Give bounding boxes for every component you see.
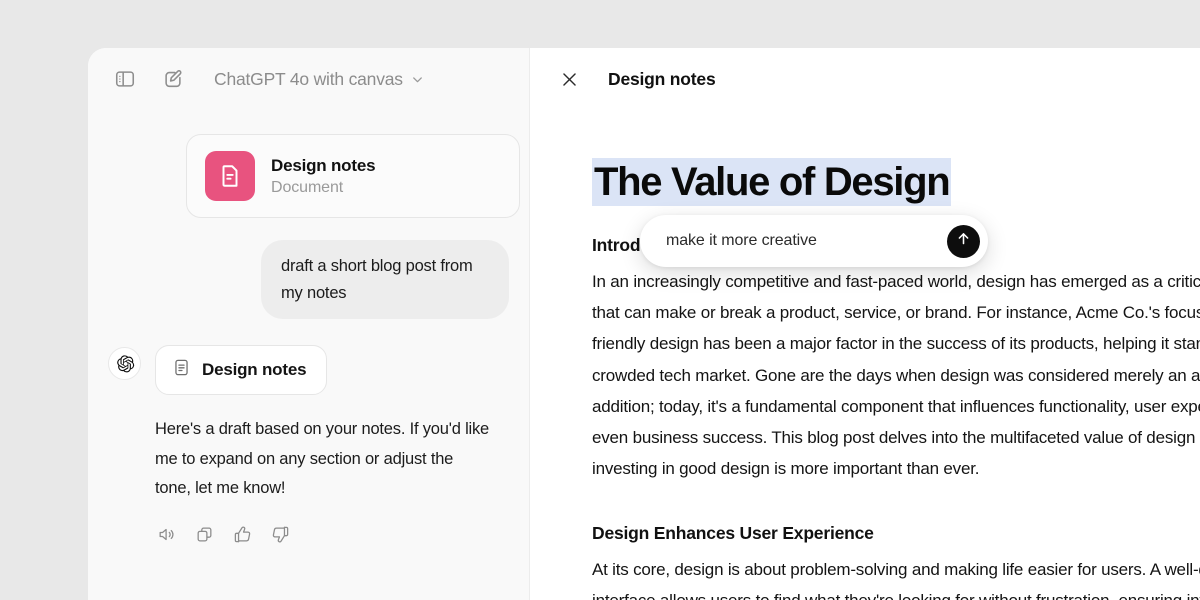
document-heading: The Value of Design — [592, 158, 952, 206]
document-icon — [205, 151, 255, 201]
message-actions — [155, 524, 509, 546]
canvas-prompt-bubble[interactable] — [640, 215, 988, 267]
text-line: friendly design has been a major factor … — [592, 334, 1200, 354]
assistant-body: Design notes Here's a draft based on you… — [155, 345, 509, 545]
chat-panel: ChatGPT 4o with canvas Design notes Docu… — [88, 48, 530, 600]
section-body: In an increasingly competitive and fast-… — [592, 266, 1200, 485]
send-button[interactable] — [947, 224, 980, 258]
canvas-title: Design notes — [608, 68, 716, 89]
user-message-bubble: draft a short blog post from my notes — [261, 240, 509, 320]
text-line: crowded tech market. Gone are the days w… — [592, 365, 1200, 385]
document-outline-icon — [172, 358, 191, 382]
text-line: even business success. This blog post de… — [592, 428, 1200, 448]
canvas-chip-label: Design notes — [202, 360, 307, 380]
attachment-title: Design notes — [271, 155, 376, 175]
chat-message-list[interactable]: Design notes Document draft a short blog… — [88, 110, 529, 600]
user-message-row: draft a short blog post from my notes — [108, 240, 509, 320]
document-section: Design Enhances User Experience At its c… — [592, 523, 1200, 600]
text-line: interface allows users to find what they… — [592, 585, 1200, 600]
canvas-document[interactable]: The Value of Design Introduction In an i… — [530, 110, 1200, 600]
new-chat-pencil-icon[interactable] — [156, 62, 190, 96]
section-heading: Design Enhances User Experience — [592, 522, 874, 543]
arrow-up-icon — [955, 230, 972, 252]
text-line: At its core, design is about problem-sol… — [592, 559, 1200, 579]
copy-icon[interactable] — [193, 524, 215, 546]
thumbs-down-icon[interactable] — [269, 524, 291, 546]
attachment-subtitle: Document — [271, 178, 344, 196]
section-body: At its core, design is about problem-sol… — [592, 554, 1200, 600]
chat-topbar: ChatGPT 4o with canvas — [88, 48, 529, 110]
canvas-prompt-input[interactable] — [666, 232, 947, 250]
document-section: Introduction In an increasingly competit… — [592, 235, 1200, 485]
chevron-down-icon — [410, 72, 425, 87]
attachment-meta: Design notes Document — [271, 155, 376, 197]
read-aloud-icon[interactable] — [155, 524, 177, 546]
canvas-panel: Design notes The Value of Design Introdu… — [530, 48, 1200, 600]
app-window: ChatGPT 4o with canvas Design notes Docu… — [88, 48, 1200, 600]
assistant-message-row: Design notes Here's a draft based on you… — [108, 345, 509, 545]
text-line: investing in good design is more importa… — [592, 459, 980, 479]
assistant-message-text: Here's a draft based on your notes. If y… — [155, 420, 490, 498]
document-heading-wrap: The Value of Design — [592, 158, 1200, 206]
canvas-document-chip[interactable]: Design notes — [155, 345, 328, 396]
panel-toggle-icon[interactable] — [108, 62, 142, 96]
attachment-card[interactable]: Design notes Document — [186, 134, 520, 218]
text-line: that can make or break a product, servic… — [592, 303, 1200, 323]
text-line: In an increasingly competitive and fast-… — [592, 271, 1200, 291]
model-picker[interactable]: ChatGPT 4o with canvas — [208, 65, 433, 94]
canvas-topbar: Design notes — [530, 48, 1200, 110]
close-icon[interactable] — [556, 66, 582, 92]
text-line: addition; today, it's a fundamental comp… — [592, 396, 1200, 416]
thumbs-up-icon[interactable] — [231, 524, 253, 546]
openai-logo-icon — [108, 347, 141, 381]
model-label: ChatGPT 4o with canvas — [214, 68, 403, 89]
